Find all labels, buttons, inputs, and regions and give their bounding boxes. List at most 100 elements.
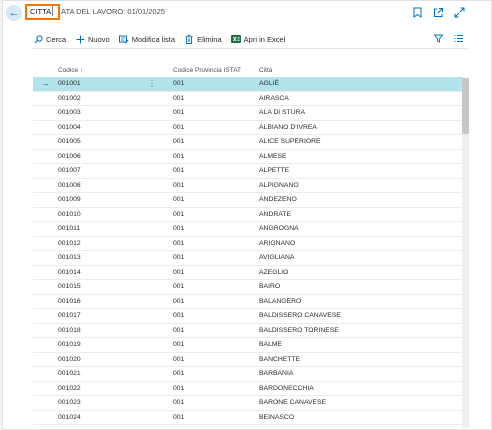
table-row[interactable]: 001017 001 BALDISSERO CANAVESE [33, 309, 463, 324]
table-row[interactable]: 001023 001 BARONE CANAVESE [33, 396, 463, 411]
cell-city: AIRASCA [259, 94, 289, 102]
table-row[interactable]: 001019 001 BALME [33, 338, 463, 353]
cell-code[interactable]: 001009 [58, 196, 173, 203]
table-row[interactable]: 001003 001 ALA DI STURA [33, 106, 463, 121]
action-toolbar: Cerca Nuovo Modifica lista Elimina Apri … [33, 31, 294, 47]
cell-province-code: 001 [173, 283, 185, 291]
open-in-excel-button[interactable]: Apri in Excel [230, 34, 286, 44]
new-button[interactable]: Nuovo [75, 34, 110, 44]
table-row[interactable]: 001008 001 ALPIGNANO [33, 179, 463, 193]
cell-code[interactable]: 001010 [58, 211, 173, 218]
cell-code[interactable]: 001018 [58, 327, 173, 334]
table-row[interactable]: 001013 001 AVIGLIANA [33, 251, 463, 266]
cell-code[interactable]: 001013 [58, 254, 173, 261]
table-row[interactable]: 001009 001 ANDEZENO [33, 193, 463, 208]
cell-code[interactable]: 001001 ⋮ [58, 79, 173, 88]
table-row[interactable]: 001006 001 ALMESE [33, 150, 463, 164]
cell-code[interactable]: 001005 [58, 138, 173, 145]
table-row[interactable]: 001004 001 ALBIANO D'IVREA [33, 121, 463, 135]
cell-code[interactable]: 001021 [58, 370, 173, 377]
table-row[interactable]: 001015 001 BAIRO [33, 280, 463, 295]
excel-icon [230, 34, 241, 44]
row-selector-arrow-icon[interactable]: → [33, 79, 58, 88]
table-row[interactable]: 001021 001 BARBANIA [33, 367, 463, 382]
open-new-window-icon[interactable] [432, 6, 444, 18]
table-row[interactable]: 001011 001 ANGROGNA [33, 222, 463, 237]
table-row[interactable]: 001022 001 BARDONECCHIA [33, 382, 463, 396]
list-options-icon[interactable] [453, 33, 463, 43]
table-row[interactable]: 001005 001 ALICE SUPERIORE [33, 135, 463, 150]
page-title: CITTA [30, 7, 52, 16]
cell-city: BANCHETTE [259, 355, 301, 363]
cell-code[interactable]: 001015 [58, 283, 173, 290]
cell-province-code: 001 [173, 138, 185, 146]
cell-province-code: 001 [173, 225, 185, 233]
cell-province-code: 001 [173, 94, 185, 102]
cell-province-code: 001 [173, 413, 185, 421]
cell-city: BARONE CANAVESE [259, 399, 327, 407]
cell-province-code: 001 [173, 167, 185, 175]
cell-code[interactable]: 001002 [58, 95, 173, 102]
open-in-excel-label: Apri in Excel [243, 34, 286, 44]
cell-code[interactable]: 001022 [58, 385, 173, 392]
cell-code[interactable]: 001003 [58, 109, 173, 116]
bookmark-icon[interactable] [411, 6, 423, 18]
table-row[interactable]: 001020 001 BANCHETTE [33, 353, 463, 367]
cell-city: BAIRO [259, 283, 281, 291]
table-row[interactable]: 001018 001 BALDISSERO TORINESE [33, 324, 463, 338]
filter-icon[interactable] [433, 33, 443, 43]
cell-code[interactable]: 001007 [58, 167, 173, 174]
column-header-city[interactable]: Città [259, 67, 463, 74]
edit-list-label: Modifica lista [131, 34, 176, 44]
table-row[interactable]: → 001001 ⋮ 001 AGLIÈ [33, 77, 463, 92]
cell-code[interactable]: 001020 [58, 356, 173, 363]
cell-city: ALPIGNANO [259, 181, 299, 189]
cell-code[interactable]: 001006 [58, 153, 173, 160]
row-actions-menu-icon[interactable]: ⋮ [148, 79, 156, 88]
cell-city: ALMESE [259, 152, 287, 160]
column-header-province[interactable]: Codice Provincia ISTAT [173, 67, 259, 74]
trash-icon [184, 34, 194, 44]
cell-code[interactable]: 001004 [58, 124, 173, 131]
search-button[interactable]: Cerca [33, 34, 66, 44]
cell-city: BALDISSERO CANAVESE [259, 312, 341, 320]
cell-province-code: 001 [173, 326, 185, 334]
cell-code[interactable]: 001024 [58, 414, 173, 421]
cell-province-code: 001 [173, 384, 185, 392]
cell-code[interactable]: 001019 [58, 341, 173, 348]
back-button[interactable]: ← [6, 5, 22, 21]
cell-code[interactable]: 001011 [58, 225, 173, 232]
cell-city: BEINASCO [259, 413, 295, 421]
table-row[interactable]: 001012 001 ARIGNANO [33, 237, 463, 251]
column-header-code[interactable]: Codice ↑ [58, 67, 173, 74]
cell-code[interactable]: 001012 [58, 240, 173, 247]
table-row[interactable]: 001016 001 BALANGERO [33, 295, 463, 309]
table-row[interactable]: 001014 001 AZEGLIO [33, 266, 463, 280]
cell-code[interactable]: 001016 [58, 298, 173, 305]
edit-list-button[interactable]: Modifica lista [118, 34, 176, 44]
delete-button[interactable]: Elimina [184, 34, 222, 44]
cell-code[interactable]: 001008 [58, 182, 173, 189]
expand-icon[interactable] [453, 6, 465, 18]
cell-city: BALDISSERO TORINESE [259, 326, 339, 334]
cell-city: ARIGNANO [259, 239, 296, 247]
search-label: Cerca [46, 34, 67, 44]
table-row[interactable]: 001024 001 BEINASCO [33, 411, 463, 425]
cell-province-code: 001 [173, 312, 185, 320]
cell-city: ALBIANO D'IVREA [259, 123, 317, 131]
table-body: → 001001 ⋮ 001 AGLIÈ 001002 001 AIRASCA 001003 00… [33, 77, 463, 425]
cell-province-code: 001 [173, 152, 185, 160]
cell-province-code: 001 [173, 254, 185, 262]
cell-city: BALANGERO [259, 297, 302, 305]
table-row[interactable]: 001007 001 ALPETTE [33, 164, 463, 179]
cell-province-code: 001 [173, 355, 185, 363]
table-row[interactable]: 001002 001 AIRASCA [33, 92, 463, 106]
cell-code[interactable]: 001023 [58, 399, 173, 406]
cell-code[interactable]: 001017 [58, 312, 173, 319]
cell-city: ALPETTE [259, 167, 290, 175]
cell-code[interactable]: 001014 [58, 269, 173, 276]
search-icon [33, 34, 43, 44]
scrollbar-thumb[interactable] [462, 78, 469, 134]
table-row[interactable]: 001010 001 ANDRATE [33, 208, 463, 222]
back-arrow-icon: ← [8, 7, 20, 19]
